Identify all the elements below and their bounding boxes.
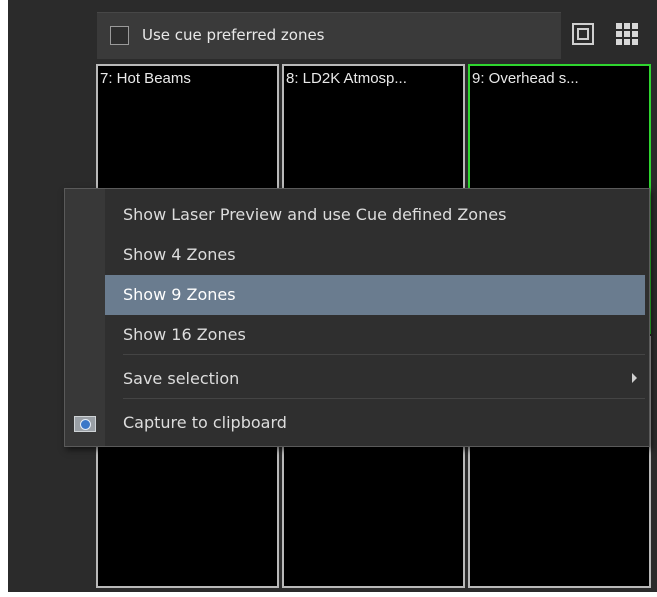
zone-title: 8: LD2K Atmosp... <box>286 70 407 87</box>
grid-view-icon[interactable] <box>615 22 641 48</box>
menu-item-show-laser-preview[interactable]: Show Laser Preview and use Cue defined Z… <box>105 195 645 235</box>
grid-cell <box>624 23 630 29</box>
menu-item-label: Show 16 Zones <box>123 325 246 344</box>
zone-toolbar: Use cue preferred zones <box>97 12 561 59</box>
grid-cell <box>616 31 622 37</box>
menu-item-label: Show 4 Zones <box>123 245 236 264</box>
submenu-arrow-icon <box>632 373 637 383</box>
menu-separator <box>123 398 645 399</box>
menu-item-save-selection[interactable]: Save selection <box>105 359 645 399</box>
menu-item-show-9-zones[interactable]: Show 9 Zones <box>105 275 645 315</box>
menu-item-capture-to-clipboard[interactable]: Capture to clipboard <box>105 403 645 443</box>
grid-cell <box>616 23 622 29</box>
menu-item-label: Capture to clipboard <box>123 413 287 432</box>
use-cue-zones-label[interactable]: Use cue preferred zones <box>142 26 325 44</box>
menu-icon-gutter <box>65 189 105 446</box>
menu-item-show-4-zones[interactable]: Show 4 Zones <box>105 235 645 275</box>
zone-title: 7: Hot Beams <box>100 70 191 87</box>
menu-item-label: Show Laser Preview and use Cue defined Z… <box>123 205 507 224</box>
zone-context-menu: Show Laser Preview and use Cue defined Z… <box>64 188 650 447</box>
menu-item-label: Show 9 Zones <box>123 285 236 304</box>
grid-cell <box>616 39 622 45</box>
single-view-icon[interactable] <box>571 22 597 48</box>
camera-lens <box>80 419 91 430</box>
grid-cell <box>632 31 638 37</box>
use-cue-zones-checkbox[interactable] <box>110 26 129 45</box>
single-view-inner-square <box>577 28 589 40</box>
grid-cell <box>632 23 638 29</box>
grid-cell <box>624 31 630 37</box>
menu-item-label: Save selection <box>123 369 240 388</box>
grid-cell <box>624 39 630 45</box>
menu-separator <box>123 354 645 355</box>
zone-title: 9: Overhead s... <box>472 70 579 87</box>
grid-cell <box>632 39 638 45</box>
menu-item-show-16-zones[interactable]: Show 16 Zones <box>105 315 645 355</box>
camera-icon <box>74 416 96 432</box>
